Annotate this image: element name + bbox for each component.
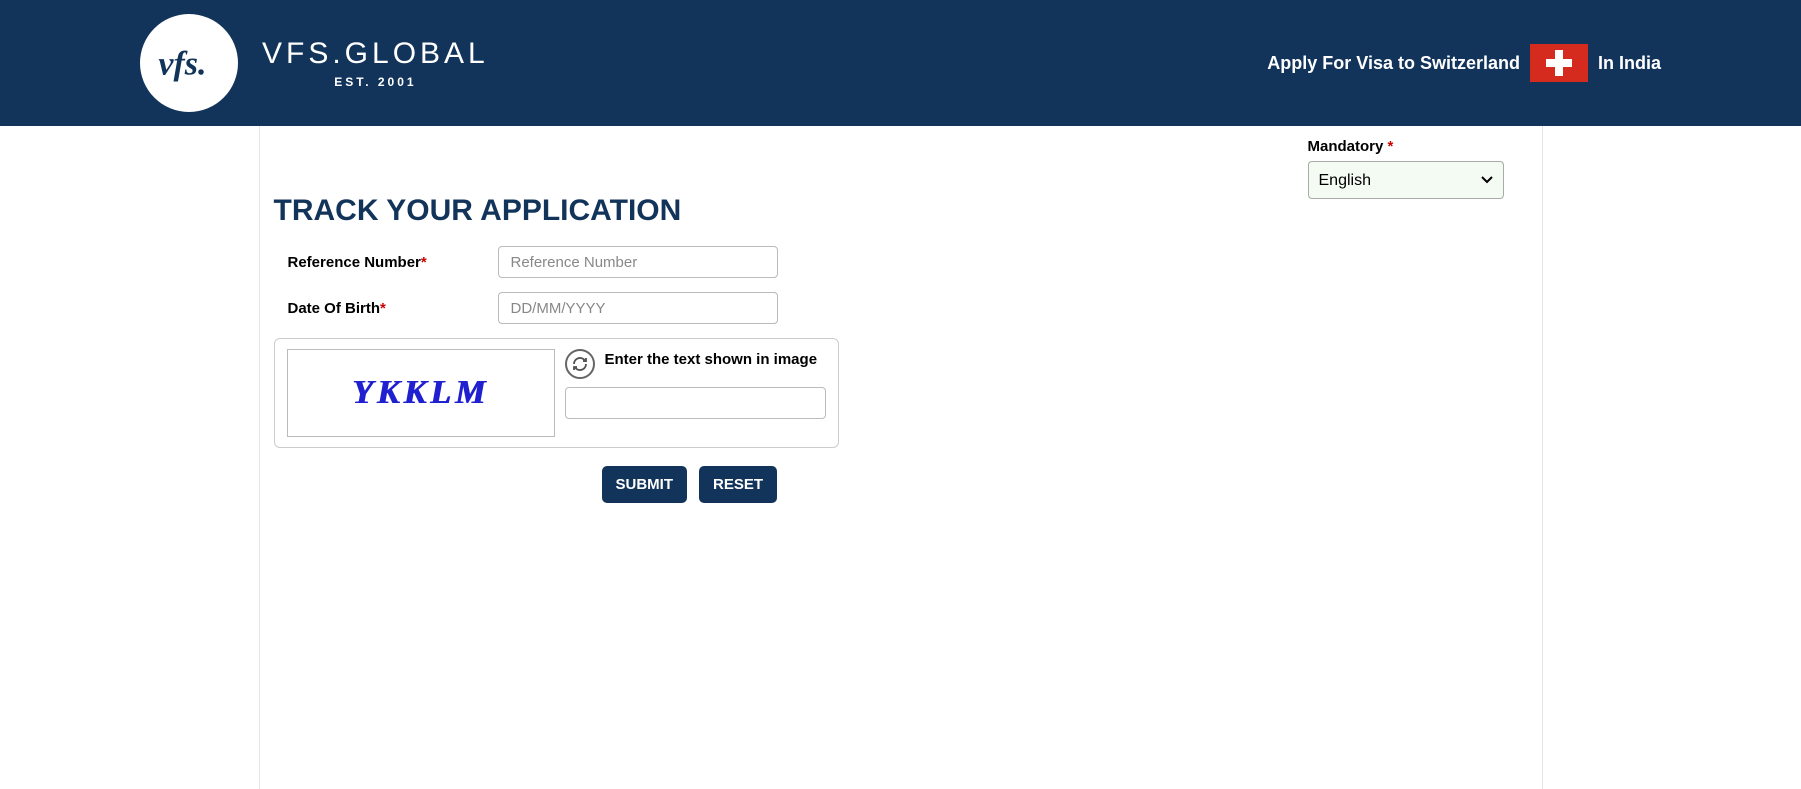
dob-label-text: Date Of Birth (288, 300, 381, 317)
logo-area: vfs. VFS.GLOBAL EST. 2001 (140, 14, 489, 112)
reference-label: Reference Number* (288, 254, 498, 271)
reference-label-text: Reference Number (288, 254, 421, 271)
reset-button[interactable]: RESET (699, 466, 777, 503)
language-column: Mandatory * English (1308, 138, 1528, 749)
reference-row: Reference Number* (274, 246, 1284, 278)
captcha-instruction: Enter the text shown in image (605, 349, 818, 370)
captcha-top: Enter the text shown in image (565, 349, 826, 379)
svg-text:vfs.: vfs. (158, 46, 206, 83)
captcha-right: Enter the text shown in image (565, 349, 826, 437)
header: vfs. VFS.GLOBAL EST. 2001 Apply For Visa… (0, 0, 1801, 126)
brand-text: VFS.GLOBAL EST. 2001 (262, 37, 489, 89)
dob-row: Date Of Birth* (274, 292, 1284, 324)
mandatory-label: Mandatory * (1308, 138, 1528, 155)
captcha-input[interactable] (565, 387, 826, 419)
apply-prefix: Apply For Visa to Switzerland (1267, 53, 1520, 74)
switzerland-flag-icon (1530, 44, 1588, 82)
language-select[interactable]: English (1308, 161, 1504, 199)
button-row: SUBMIT RESET (602, 466, 1284, 503)
brand-sub: EST. 2001 (334, 75, 416, 89)
brand-main: VFS.GLOBAL (262, 37, 489, 71)
dob-label: Date Of Birth* (288, 300, 498, 317)
page-title: TRACK YOUR APPLICATION (274, 194, 1284, 228)
brand-logo-icon: vfs. (140, 14, 238, 112)
submit-button[interactable]: SUBMIT (602, 466, 688, 503)
captcha-text: YKKLM (352, 374, 489, 412)
main-content: TRACK YOUR APPLICATION Reference Number*… (259, 126, 1543, 789)
required-star: * (421, 254, 427, 271)
refresh-icon[interactable] (565, 349, 595, 379)
reference-input[interactable] (498, 246, 778, 278)
apply-suffix: In India (1598, 53, 1661, 74)
form-column: TRACK YOUR APPLICATION Reference Number*… (274, 138, 1284, 749)
mandatory-text: Mandatory (1308, 138, 1384, 155)
captcha-image: YKKLM (287, 349, 555, 437)
dob-input[interactable] (498, 292, 778, 324)
header-visa-info: Apply For Visa to Switzerland In India (1267, 44, 1661, 82)
captcha-box: YKKLM Enter the text shown in image (274, 338, 839, 448)
required-star: * (380, 300, 386, 317)
required-star: * (1388, 138, 1394, 155)
